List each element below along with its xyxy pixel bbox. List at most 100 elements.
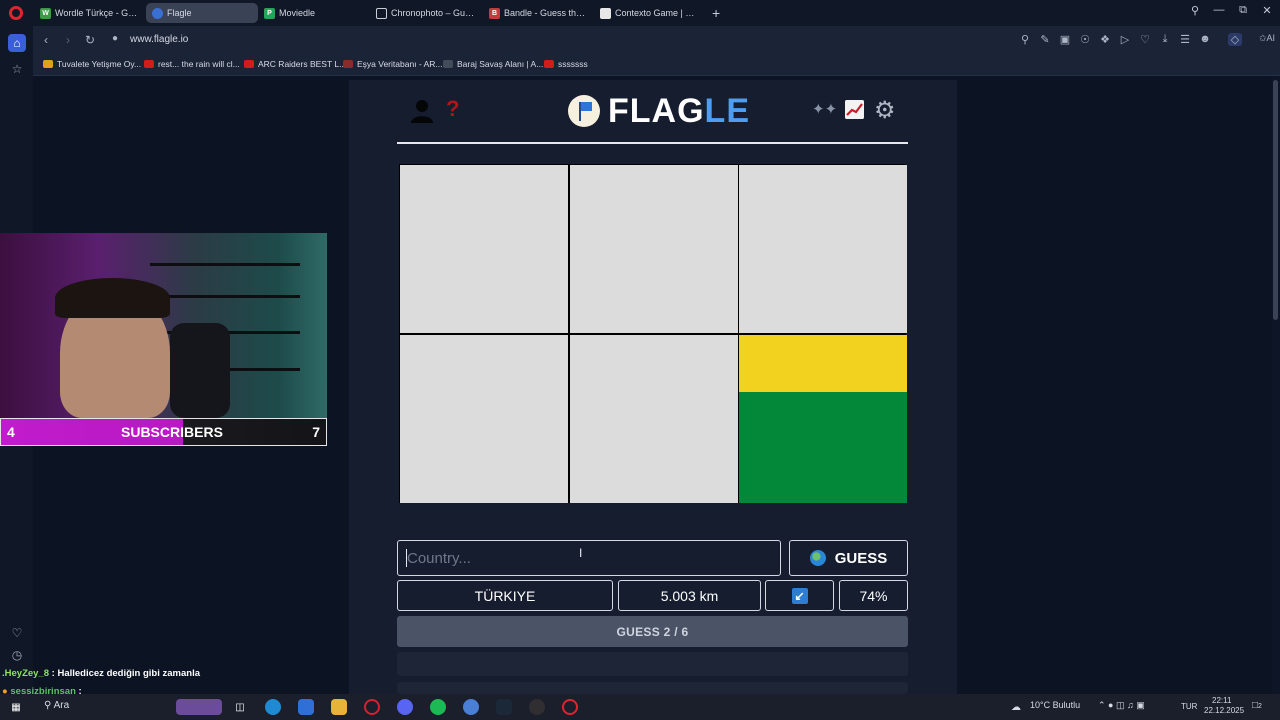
search-tabs-icon[interactable]: ⚲	[1186, 4, 1204, 17]
flag-yellow-band	[739, 334, 907, 392]
empty-guess-row	[397, 682, 908, 694]
back-icon[interactable]: ‹	[39, 33, 53, 47]
minimize-icon[interactable]: —	[1210, 4, 1228, 16]
guess-direction: ↙	[765, 580, 834, 611]
restore-icon[interactable]: ⧉	[1234, 4, 1252, 17]
snapshot-icon[interactable]: ▣	[1058, 33, 1072, 46]
bookmark-item[interactable]: Eşya Veritabanı - AR...	[343, 59, 443, 69]
sub-count-goal: 7	[312, 424, 320, 440]
gamepad-icon[interactable]: ✦✦	[812, 100, 837, 118]
youtube-icon	[144, 60, 154, 68]
favorites-icon[interactable]: ♡	[1138, 33, 1152, 46]
home-icon[interactable]: ⌂	[8, 34, 26, 52]
obs-icon[interactable]	[529, 699, 545, 715]
tab-chronophoto[interactable]: Chronophoto – Guess the	[370, 3, 482, 23]
search-page-icon[interactable]: ⚲	[1018, 33, 1032, 46]
discord-icon[interactable]	[397, 699, 413, 715]
tab-flagle[interactable]: Flagle	[146, 3, 258, 23]
tab-label: Chronophoto – Guess the	[391, 8, 476, 18]
ai-icon[interactable]: ✩AI	[1255, 33, 1279, 44]
tray-icons[interactable]: ⌃ ● ◫ ♫ ▣	[1098, 700, 1145, 711]
bookmark-item[interactable]: Baraj Savaş Alanı | A...	[443, 59, 543, 69]
guess-counter: GUESS 2 / 6	[397, 616, 908, 647]
profile-icon[interactable]: ☻	[1198, 33, 1212, 45]
gear-icon[interactable]: ⚙	[874, 96, 896, 125]
heart-icon[interactable]: ♡	[8, 624, 26, 642]
opera-logo-icon[interactable]	[9, 6, 23, 20]
guess-distance: 5.003 km	[618, 580, 761, 611]
clock-date[interactable]: 22.12.2025	[1204, 706, 1244, 715]
scrollbar-thumb[interactable]	[1273, 80, 1278, 320]
bookmark-label: Tuvalete Yetişme Oy...	[57, 59, 142, 69]
flag-tile-revealed	[739, 334, 907, 503]
chat-text: : Halledicez dediğin gibi zamanla	[51, 668, 200, 679]
bookmark-item[interactable]: rest... the rain will cl...	[144, 59, 240, 69]
weather-text[interactable]: 10°C Bulutlu	[1030, 700, 1080, 710]
help-icon[interactable]: ?	[446, 96, 459, 122]
browser-tab-bar: W Wordle Türkçe - Günlük K Flagle P Movi…	[0, 0, 1280, 26]
camera-icon	[376, 7, 387, 19]
country-input[interactable]	[397, 540, 781, 576]
flag-tile-hidden	[400, 165, 568, 333]
menu-icon[interactable]: ☰	[1178, 33, 1192, 46]
close-icon[interactable]: ✕	[1258, 4, 1276, 17]
app-icon[interactable]	[298, 699, 314, 715]
clock-time[interactable]: 22:11	[1212, 696, 1231, 705]
tab-contexto[interactable]: Contexto Game | Contexto	[594, 3, 706, 23]
site-icon	[443, 60, 453, 68]
flag-tile-hidden	[569, 334, 738, 503]
start-icon[interactable]: ▦	[8, 699, 24, 715]
tab-wordle[interactable]: W Wordle Türkçe - Günlük K	[34, 3, 144, 23]
notification-icon[interactable]: □2	[1252, 700, 1262, 711]
widget-icon[interactable]	[176, 699, 222, 715]
wordle-icon: W	[40, 7, 51, 19]
globe-icon	[809, 550, 826, 566]
tab-moviedle[interactable]: P Moviedle	[258, 3, 368, 23]
flagle-logo: FLAGLE	[568, 91, 750, 130]
logo-text-main: FLAG	[608, 91, 705, 130]
flag-green-band	[739, 391, 907, 503]
guess-button[interactable]: GUESS	[789, 540, 908, 576]
extensions-icon[interactable]: ❖	[1098, 33, 1112, 46]
new-tab-button[interactable]: +	[712, 5, 720, 21]
bookmark-item[interactable]: Tuvalete Yetişme Oy...	[43, 59, 141, 69]
stats-icon[interactable]	[845, 100, 864, 119]
opera-icon[interactable]	[562, 699, 578, 715]
language-indicator[interactable]: TUR	[1181, 702, 1197, 711]
bookmark-label: ARC Raiders BEST L...	[258, 59, 347, 69]
play-icon[interactable]: ▷	[1118, 33, 1132, 46]
flag-tile-hidden	[569, 165, 738, 333]
bookmark-label: sssssss	[558, 59, 588, 69]
task-view-icon[interactable]: ◫	[232, 699, 248, 715]
youtube-icon	[544, 60, 554, 68]
forward-icon[interactable]: ›	[61, 33, 75, 47]
guess-country: TÜRKIYE	[397, 580, 613, 611]
shield-icon[interactable]: ☉	[1078, 33, 1092, 46]
app-icon[interactable]	[463, 699, 479, 715]
tab-bandle[interactable]: B Bandle - Guess the song,	[483, 3, 593, 23]
edit-icon[interactable]: ✎	[1038, 33, 1052, 46]
edge-icon[interactable]	[265, 699, 281, 715]
opera-gx-icon[interactable]	[364, 699, 380, 715]
folder-icon[interactable]	[331, 699, 347, 715]
url-text[interactable]: www.flagle.io	[130, 34, 188, 45]
sub-label: SUBSCRIBERS	[121, 424, 223, 440]
webcam-overlay	[0, 233, 327, 418]
youtube-icon	[244, 60, 254, 68]
taskbar-search[interactable]: ⚲ Ara	[44, 700, 69, 711]
history-icon[interactable]: ◷	[8, 646, 26, 664]
steam-icon[interactable]	[496, 699, 512, 715]
moviedle-icon: P	[264, 7, 275, 19]
reload-icon[interactable]: ↻	[83, 33, 97, 47]
download-icon[interactable]: ⤓	[1158, 33, 1172, 46]
star-icon[interactable]: ☆	[8, 60, 26, 78]
bookmark-item[interactable]: ARC Raiders BEST L...	[244, 59, 346, 69]
bookmark-label: Eşya Veritabanı - AR...	[357, 59, 443, 69]
flag-tile-grid	[399, 164, 907, 503]
cube-icon[interactable]: ◇	[1228, 33, 1242, 46]
lock-icon: ●	[111, 33, 119, 44]
user-icon[interactable]	[409, 98, 435, 124]
spotify-icon[interactable]	[430, 699, 446, 715]
bookmark-item[interactable]: sssssss	[544, 59, 588, 69]
flag-tile-hidden	[400, 334, 568, 503]
